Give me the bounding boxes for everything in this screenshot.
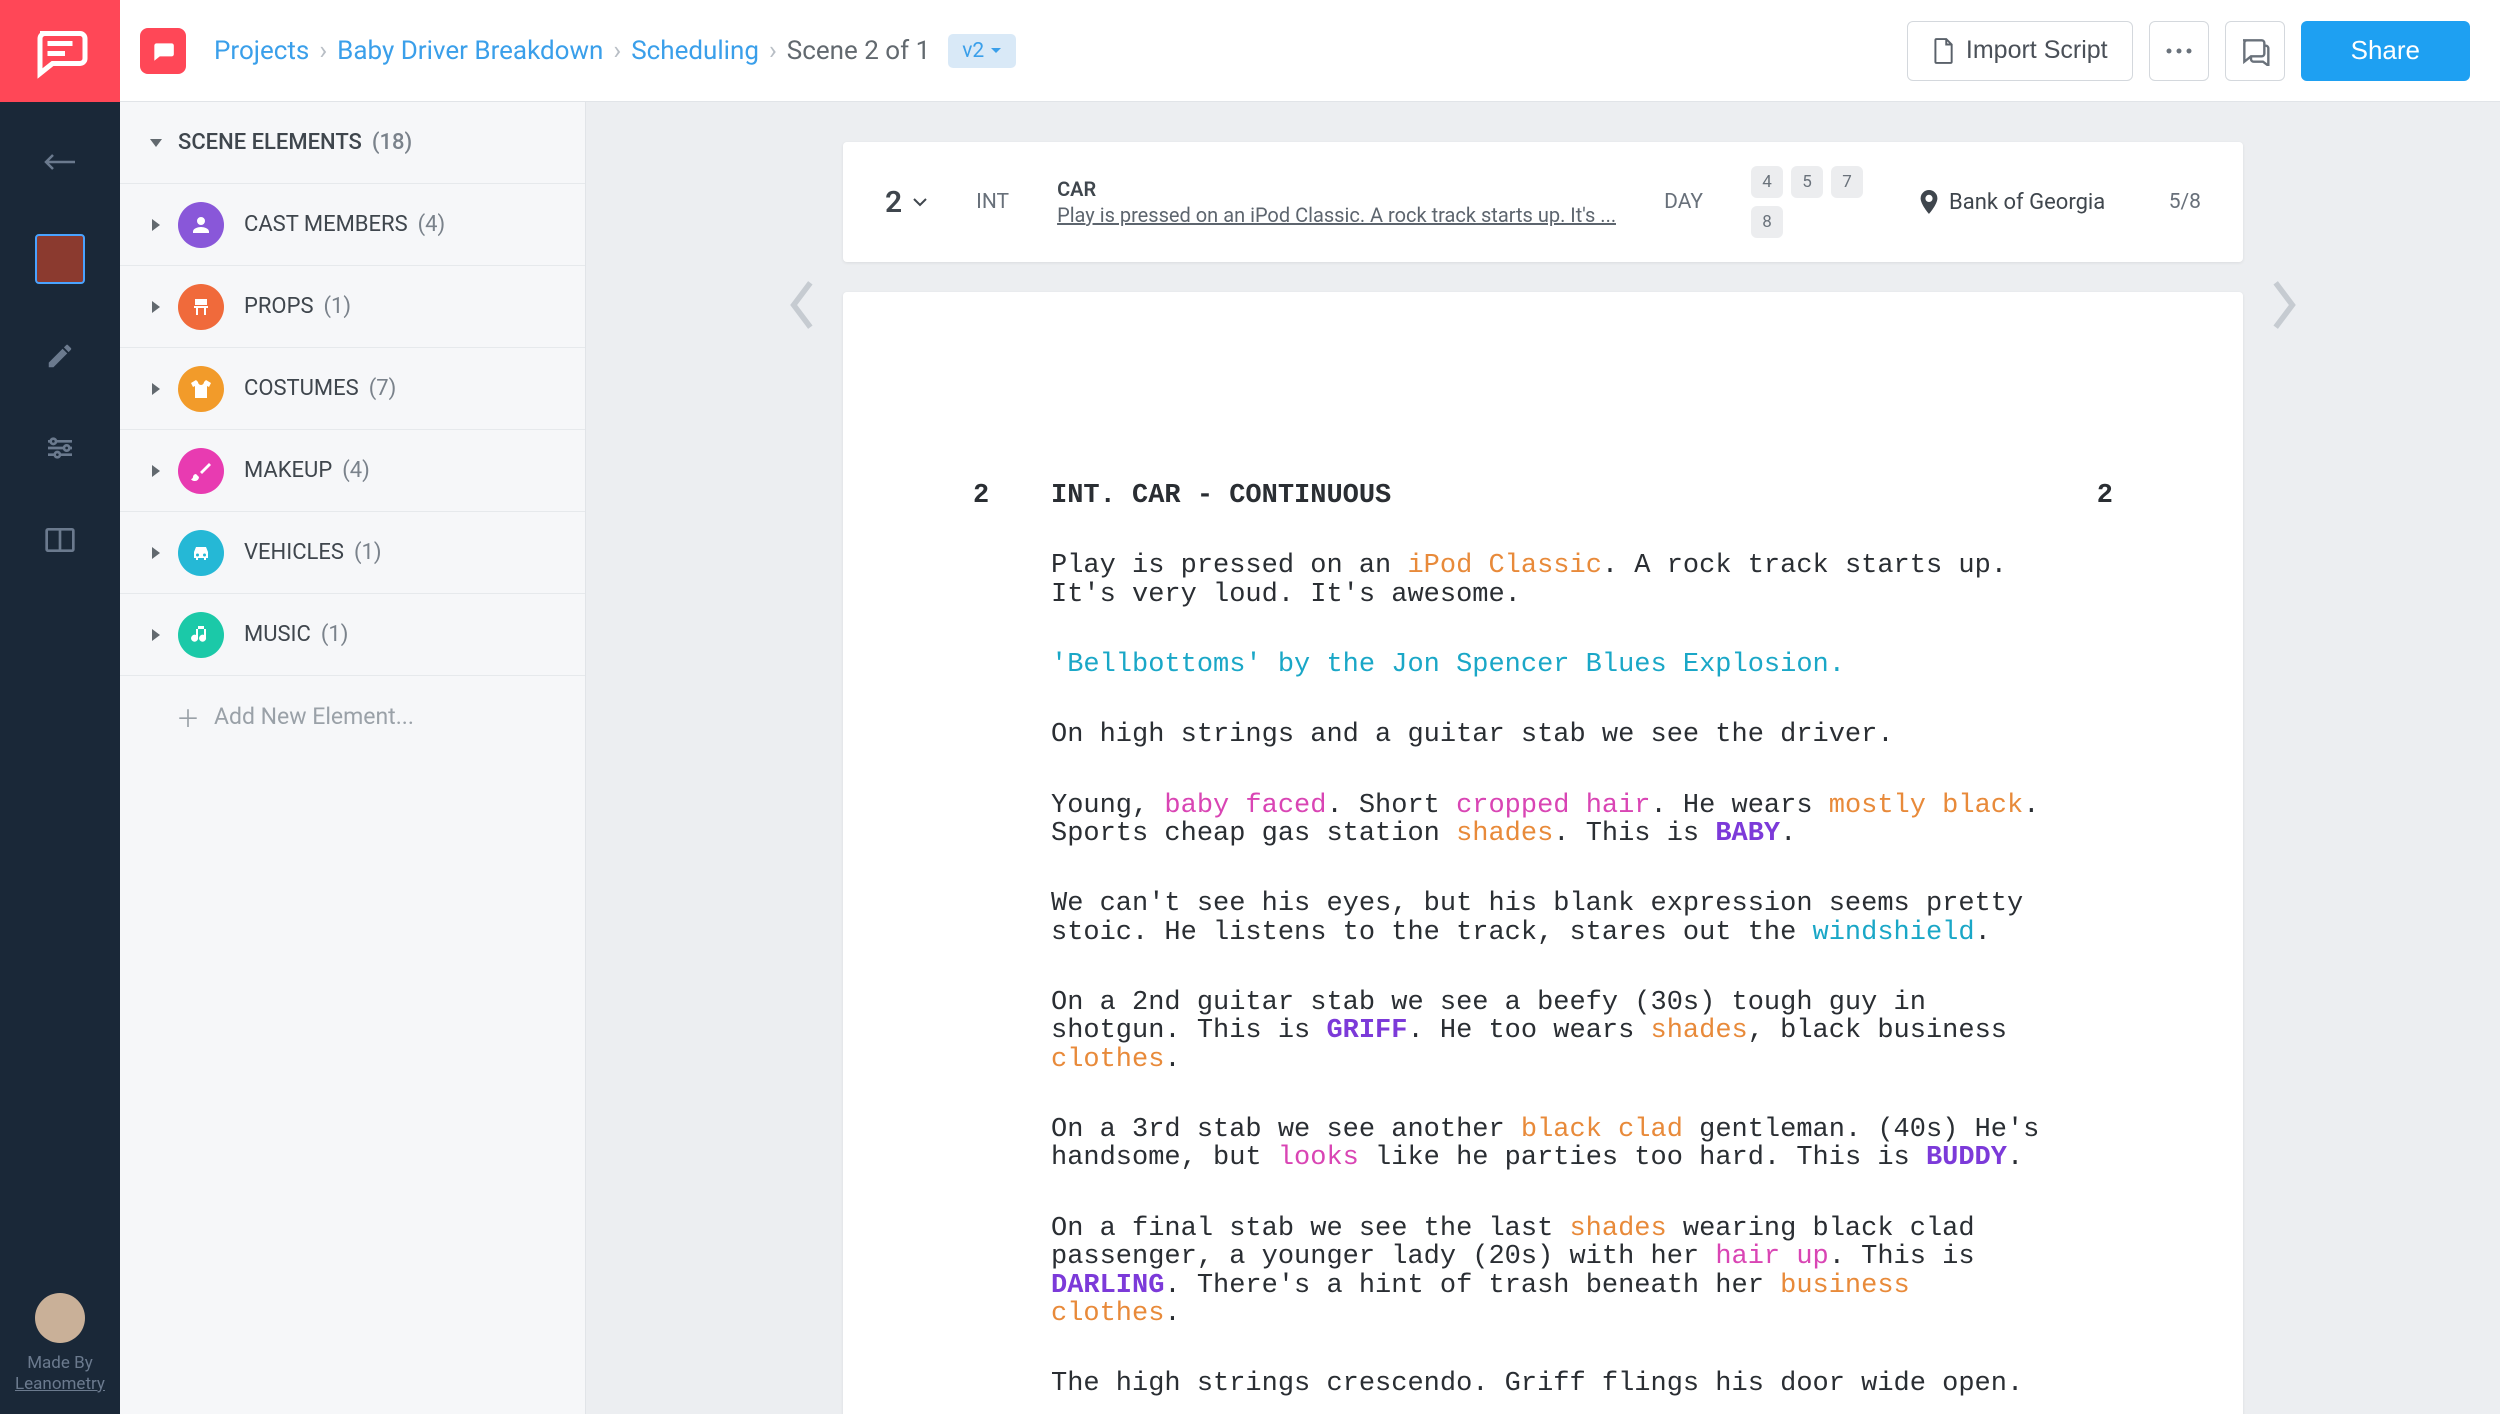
share-button[interactable]: Share (2301, 21, 2470, 81)
scene-heading: 2 INT. CAR - CONTINUOUS 2 (973, 482, 2113, 510)
triangle-right-icon (152, 465, 160, 477)
action-paragraph: Young, baby faced. Short cropped hair. H… (1051, 792, 2071, 849)
crew-chip[interactable]: 4 (1751, 166, 1783, 198)
made-by-label: Made By Leanometry (15, 1353, 105, 1394)
music-cue: 'Bellbottoms' by the Jon Spencer Blues E… (1051, 651, 2071, 679)
breadcrumb-current: Scene 2 of 1 (787, 36, 930, 66)
project-thumbnail[interactable] (35, 234, 85, 284)
music-icon (178, 612, 224, 658)
category-count: (1) (324, 294, 352, 319)
category-count: (4) (342, 458, 370, 483)
scene-title: CAR (1057, 177, 1616, 201)
category-label: COSTUMES (244, 376, 359, 401)
scene-subtitle: Play is pressed on an iPod Classic. A ro… (1057, 203, 1616, 227)
main-content: 2 INT CAR Play is pressed on an iPod Cla… (586, 102, 2500, 1414)
topbar: Projects › Baby Driver Breakdown › Sched… (120, 0, 2500, 102)
action-paragraph: We can't see his eyes, but his blank exp… (1051, 890, 2071, 947)
comments-button[interactable] (2225, 21, 2285, 81)
crew-chip[interactable]: 7 (1831, 166, 1863, 198)
category-count: (4) (418, 212, 446, 237)
left-rail: Made By Leanometry (0, 0, 120, 1414)
breadcrumb-project[interactable]: Baby Driver Breakdown (337, 36, 603, 66)
car-icon (178, 530, 224, 576)
shirt-icon (178, 366, 224, 412)
triangle-right-icon (152, 629, 160, 641)
category-label: VEHICLES (244, 540, 344, 565)
chair-icon (178, 284, 224, 330)
scene-elements-header[interactable]: SCENE ELEMENTS (18) (120, 102, 585, 184)
user-avatar[interactable] (35, 1293, 85, 1343)
location[interactable]: Bank of Georgia (1919, 190, 2105, 215)
storyboard-icon[interactable] (40, 520, 80, 560)
next-scene-button[interactable] (2268, 278, 2300, 332)
crew-chip[interactable]: 8 (1751, 206, 1783, 238)
crew-chips: 457 8 (1751, 166, 1871, 238)
users-icon (178, 202, 224, 248)
scene-number-dropdown[interactable]: 2 (885, 185, 928, 220)
action-paragraph: On a 2nd guitar stab we see a beefy (30s… (1051, 989, 2071, 1074)
triangle-right-icon (152, 383, 160, 395)
plus-icon: ＋ (176, 699, 200, 734)
category-row[interactable]: VEHICLES (1) (120, 512, 585, 594)
category-row[interactable]: PROPS (1) (120, 266, 585, 348)
crew-chip[interactable]: 5 (1791, 166, 1823, 198)
category-row[interactable]: CAST MEMBERS (4) (120, 184, 585, 266)
triangle-right-icon (152, 219, 160, 231)
prev-scene-button[interactable] (786, 278, 818, 332)
category-count: (7) (369, 376, 397, 401)
category-count: (1) (321, 622, 349, 647)
daytime-label: DAY (1664, 190, 1703, 214)
version-dropdown[interactable]: v2 (948, 34, 1016, 68)
action-paragraph: On high strings and a guitar stab we see… (1051, 721, 2071, 749)
sidebar: SCENE ELEMENTS (18) CAST MEMBERS (4) PRO… (120, 102, 586, 1414)
category-label: CAST MEMBERS (244, 212, 408, 237)
scene-title-block[interactable]: CAR Play is pressed on an iPod Classic. … (1057, 177, 1616, 227)
breadcrumbs: Projects › Baby Driver Breakdown › Sched… (214, 34, 1016, 68)
chevron-right-icon: › (319, 36, 327, 66)
category-row[interactable]: COSTUMES (7) (120, 348, 585, 430)
add-new-element-button[interactable]: ＋ Add New Element... (120, 676, 585, 756)
settings-sliders-icon[interactable] (40, 428, 80, 468)
int-ext-label: INT (976, 190, 1009, 214)
action-paragraph: The high strings crescendo. Griff flings… (1051, 1370, 2071, 1398)
location-pin-icon (1919, 190, 1939, 214)
brush-icon (178, 448, 224, 494)
triangle-down-icon (150, 139, 162, 147)
triangle-right-icon (152, 301, 160, 313)
more-menu-button[interactable] (2149, 21, 2209, 81)
category-count: (1) (354, 540, 382, 565)
edit-icon[interactable] (40, 336, 80, 376)
action-paragraph: Play is pressed on an iPod Classic. A ro… (1051, 552, 2071, 609)
page-count: 5/8 (2169, 190, 2201, 214)
app-logo[interactable] (0, 0, 120, 102)
back-icon[interactable] (40, 142, 80, 182)
scene-header-card: 2 INT CAR Play is pressed on an iPod Cla… (843, 142, 2243, 262)
breadcrumb-projects[interactable]: Projects (214, 36, 309, 66)
action-paragraph: On a 3rd stab we see another black clad … (1051, 1116, 2071, 1173)
import-script-button[interactable]: Import Script (1907, 21, 2133, 81)
chevron-right-icon: › (613, 36, 621, 66)
category-label: PROPS (244, 294, 314, 319)
breadcrumb-section[interactable]: Scheduling (631, 36, 759, 66)
triangle-right-icon (152, 547, 160, 559)
script-page: 2 INT. CAR - CONTINUOUS 2 Play is presse… (843, 292, 2243, 1414)
category-label: MUSIC (244, 622, 311, 647)
category-row[interactable]: MAKEUP (4) (120, 430, 585, 512)
action-paragraph: On a final stab we see the last shades w… (1051, 1215, 2071, 1328)
chevron-right-icon: › (769, 36, 777, 66)
category-row[interactable]: MUSIC (1) (120, 594, 585, 676)
project-menu-button[interactable] (140, 28, 186, 74)
category-label: MAKEUP (244, 458, 332, 483)
